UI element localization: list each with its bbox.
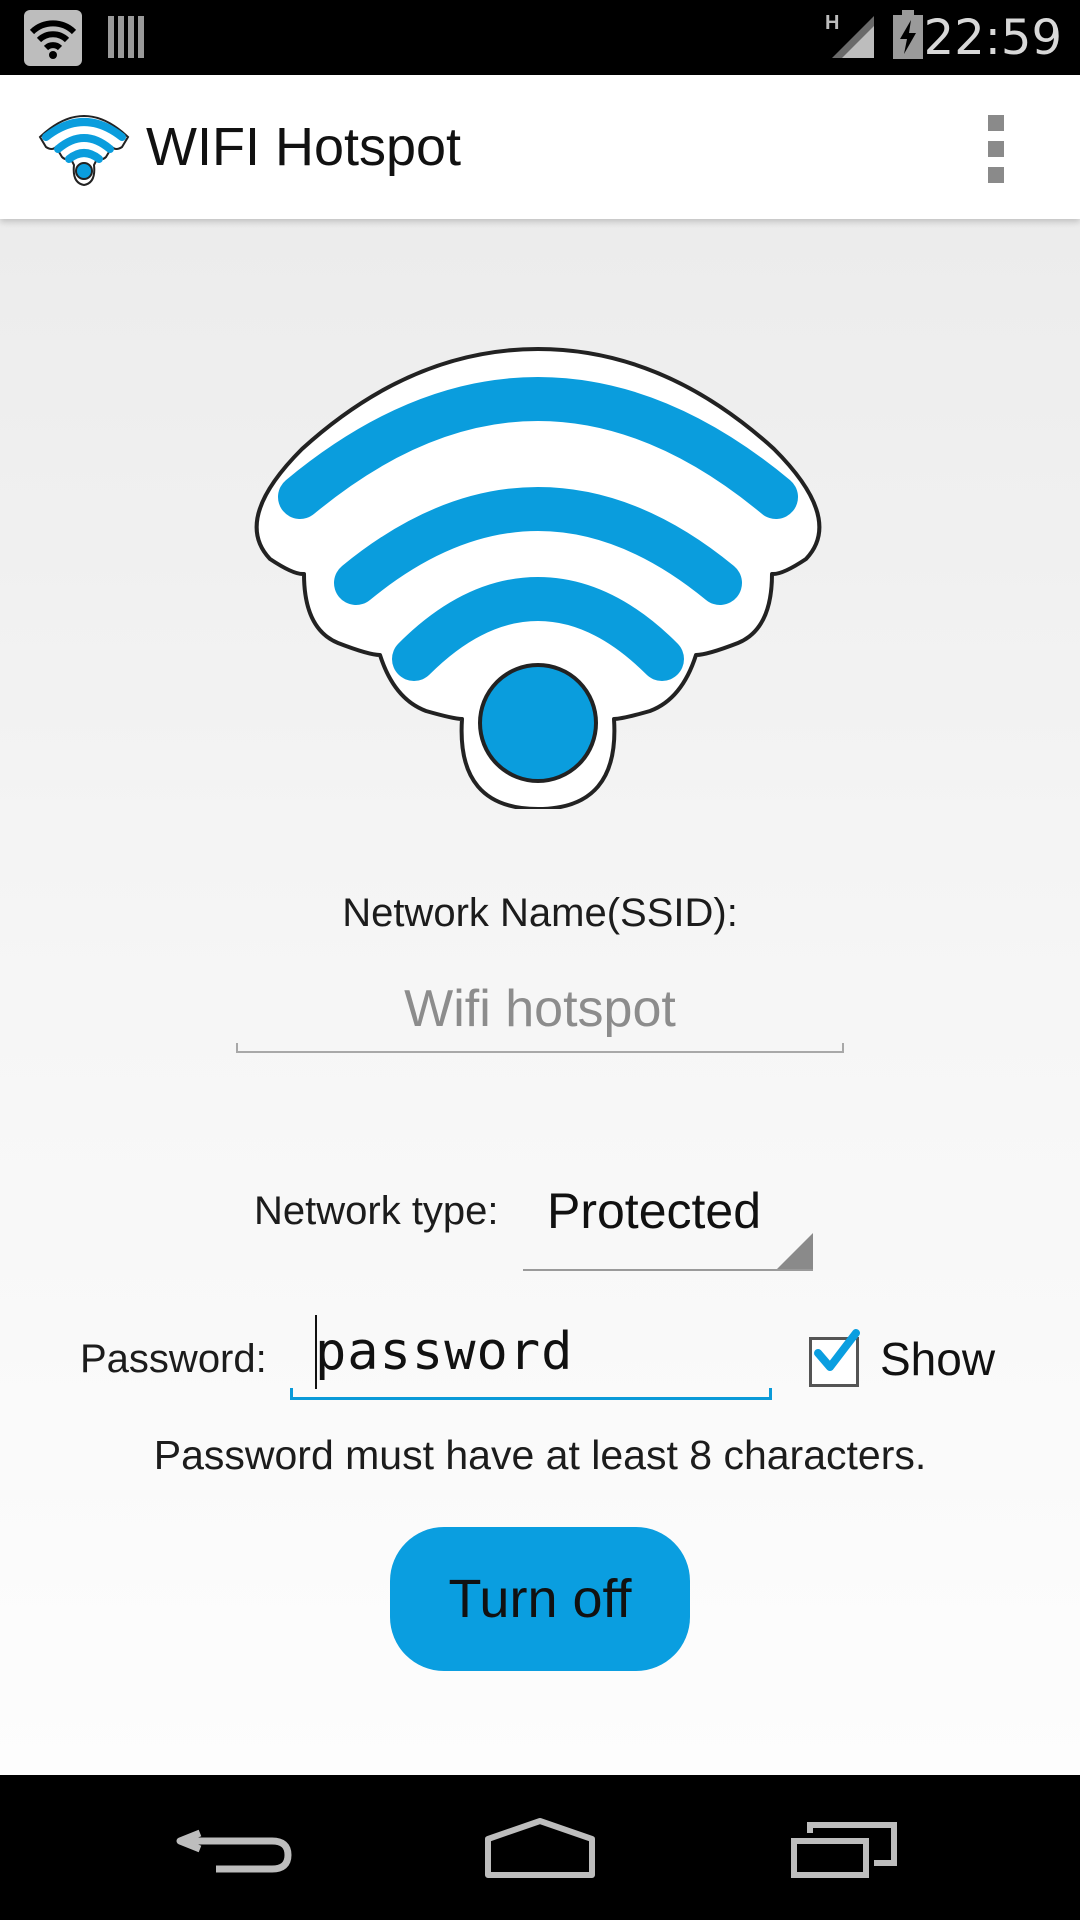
dropdown-triangle-icon [777, 1233, 813, 1269]
password-hint: Password must have at least 8 characters… [153, 1432, 927, 1478]
ssid-label: Network Name(SSID): [342, 891, 738, 935]
battery-charging-icon [893, 10, 923, 59]
recents-icon[interactable] [740, 1775, 940, 1920]
checkmark-icon [814, 1329, 860, 1371]
clock: 22:59 [923, 10, 1062, 66]
network-type-dropdown[interactable]: Protected [523, 1159, 813, 1271]
navigation-bar [0, 1775, 1080, 1920]
password-value: password [315, 1322, 574, 1382]
wifi-icon[interactable] [36, 107, 132, 187]
status-bar: H 22:59 [0, 0, 1080, 75]
network-type-value: Protected [547, 1183, 762, 1239]
overflow-menu-icon[interactable] [976, 115, 1016, 183]
network-type-label: Network type: [254, 1189, 499, 1233]
app-title: WIFI Hotspot [146, 117, 462, 177]
wifi-hotspot-icon [24, 10, 82, 66]
turn-off-button[interactable]: Turn off [390, 1527, 690, 1671]
home-icon[interactable] [440, 1775, 640, 1920]
show-password-label[interactable]: Show [880, 1331, 995, 1387]
ssid-field[interactable]: Wifi hotspot [236, 967, 844, 1053]
wifi-logo-icon [254, 347, 822, 809]
signal-icon [832, 16, 874, 58]
password-label: Password: [80, 1337, 267, 1381]
password-field[interactable]: password [290, 1307, 772, 1400]
back-icon[interactable] [140, 1775, 340, 1920]
action-bar: WIFI Hotspot [0, 75, 1080, 219]
main-content: Network Name(SSID): Wifi hotspot Network… [0, 219, 1080, 1775]
sim-bars-icon [108, 16, 144, 58]
